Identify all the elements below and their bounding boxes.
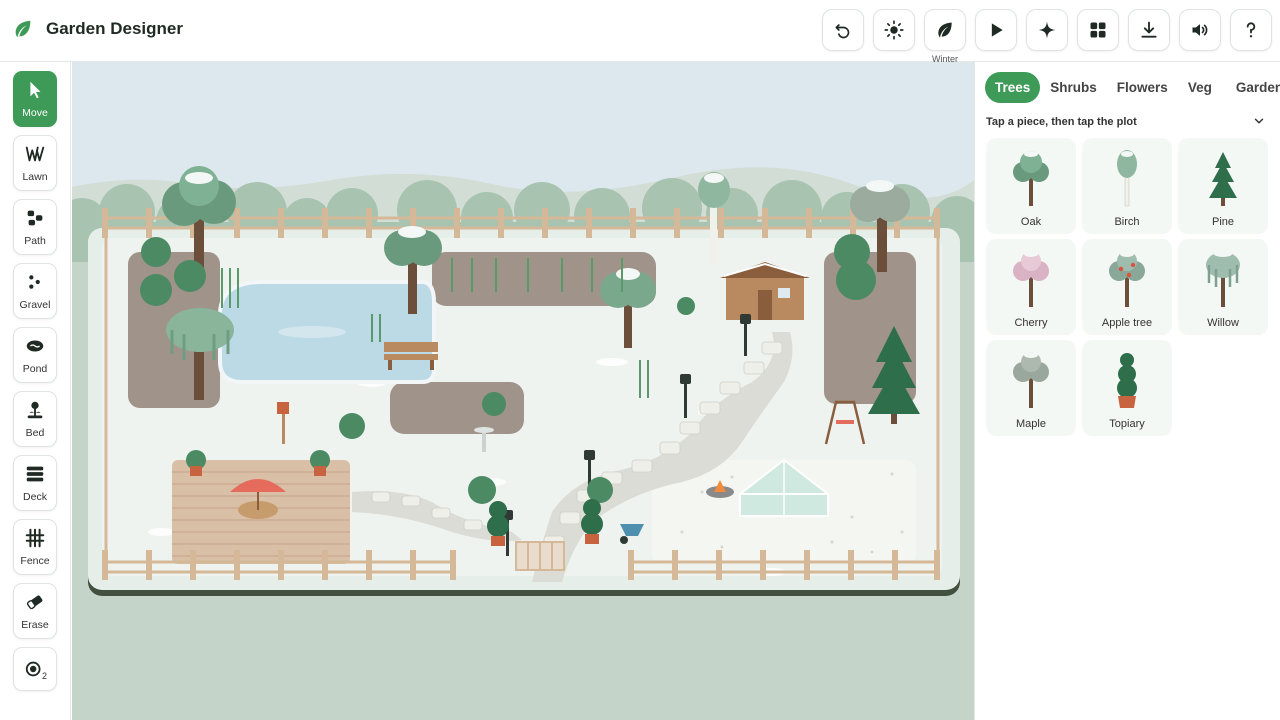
stones-icon <box>27 210 43 226</box>
download-icon <box>1141 21 1157 38</box>
tool-label: Bed <box>25 427 45 439</box>
grass-icon <box>25 146 45 162</box>
sound-button[interactable] <box>1179 9 1221 51</box>
tool-lawn[interactable]: Lawn <box>13 135 57 191</box>
tool-gravel[interactable]: Gravel <box>13 263 57 319</box>
palette-item-pine[interactable]: Pine <box>1178 138 1268 234</box>
tool-label: Gravel <box>19 299 51 311</box>
tool-bed[interactable]: Bed <box>13 391 57 447</box>
layout-button[interactable] <box>1077 9 1119 51</box>
tool-path[interactable]: Path <box>13 199 57 255</box>
sparkle-button[interactable] <box>1026 9 1068 51</box>
season-button[interactable]: Winter <box>924 9 966 64</box>
toolbar: Winter <box>822 9 1272 64</box>
palette-item-label: Topiary <box>1109 418 1145 430</box>
garden-scene[interactable] <box>72 62 974 720</box>
tool-label: Move <box>22 107 48 119</box>
palette-grid: Oak Birch Pine Cherry Apple tree Willow … <box>986 138 1268 436</box>
birch-tree-icon <box>1117 150 1137 207</box>
undo-button[interactable] <box>822 9 864 51</box>
tool-label: Deck <box>23 491 47 503</box>
app-title: Garden Designer <box>46 19 183 38</box>
tool-label: Fence <box>20 555 50 567</box>
willow-tree-icon <box>1206 251 1240 307</box>
top-bar: Garden Designer Winter <box>0 0 1280 64</box>
brush-size-value: 2 <box>41 671 47 681</box>
tab-flowers[interactable]: Flowers <box>1107 72 1178 103</box>
palette-item-apple-tree[interactable]: Apple tree <box>1082 239 1172 335</box>
leaf-icon <box>15 20 31 38</box>
tool-erase[interactable]: Erase <box>13 583 57 639</box>
speaker-icon <box>1192 24 1208 36</box>
download-button[interactable] <box>1128 9 1170 51</box>
apple-tree-icon <box>1109 251 1145 307</box>
oak-tree-icon <box>1013 151 1049 206</box>
fence-icon <box>25 528 45 548</box>
question-icon <box>1246 22 1256 38</box>
chevron-down-icon[interactable] <box>1252 114 1266 128</box>
palette-item-label: Maple <box>1016 418 1046 430</box>
palette-item-label: Willow <box>1207 317 1239 329</box>
tab-trees[interactable]: Trees <box>985 72 1041 103</box>
undo-icon <box>835 24 850 39</box>
deck-icon <box>26 466 44 482</box>
plant-icon <box>27 401 43 419</box>
play-button[interactable] <box>975 9 1017 51</box>
grid-icon <box>1090 22 1106 38</box>
palette-item-label: Birch <box>1114 216 1140 228</box>
palette-item-topiary[interactable]: Topiary <box>1082 340 1172 436</box>
help-button[interactable] <box>1230 9 1272 51</box>
eraser-icon <box>26 595 43 610</box>
palette-item-label: Cherry <box>1014 317 1048 329</box>
palette-item-oak[interactable]: Oak <box>986 138 1076 234</box>
palette-tabs: Trees Shrubs Flowers Veg Garden <box>985 72 1280 103</box>
play-icon <box>991 23 1003 37</box>
pond-icon <box>26 340 44 352</box>
palette-item-willow[interactable]: Willow <box>1178 239 1268 335</box>
palette-item-cherry[interactable]: Cherry <box>986 239 1076 335</box>
cherry-tree-icon <box>1013 251 1049 307</box>
tab-garden[interactable]: Garden <box>1226 72 1280 103</box>
gravel-icon <box>29 275 40 289</box>
palette-item-label: Apple tree <box>1101 317 1153 329</box>
garden-canvas[interactable] <box>72 62 974 720</box>
tool-pond[interactable]: Pond <box>13 327 57 383</box>
palette-item-birch[interactable]: Birch <box>1082 138 1172 234</box>
tool-deck[interactable]: Deck <box>13 455 57 511</box>
topiary-icon <box>1117 353 1137 408</box>
tool-fence[interactable]: Fence <box>13 519 57 575</box>
tab-veg[interactable]: Veg <box>1178 72 1226 103</box>
daylight-button[interactable] <box>873 9 915 51</box>
tool-move[interactable]: Move <box>13 71 57 127</box>
brush-size-button[interactable]: 2 <box>13 647 57 691</box>
brand: Garden Designer <box>12 18 183 40</box>
maple-tree-icon <box>1013 352 1049 408</box>
palette-panel: Trees Shrubs Flowers Veg Garden Tap a pi… <box>974 62 1280 720</box>
sparkle-icon <box>1038 21 1056 39</box>
palette-item-maple[interactable]: Maple <box>986 340 1076 436</box>
tool-label: Erase <box>21 619 49 631</box>
sun-icon <box>884 20 904 40</box>
tab-shrubs[interactable]: Shrubs <box>1040 72 1107 103</box>
palette-hint: Tap a piece, then tap the plot <box>986 116 1137 128</box>
pointer-icon <box>30 81 41 99</box>
palette-item-label: Pine <box>1211 216 1235 228</box>
palette-item-label: Oak <box>1020 216 1042 228</box>
tool-label: Lawn <box>22 171 48 183</box>
tool-label: Pond <box>22 363 48 375</box>
pine-tree-icon <box>1209 152 1237 206</box>
leaf-icon <box>938 22 952 38</box>
tool-label: Path <box>24 235 46 247</box>
tool-sidebar: Move Lawn Path Gravel Pond Bed Deck Fenc… <box>0 62 71 720</box>
